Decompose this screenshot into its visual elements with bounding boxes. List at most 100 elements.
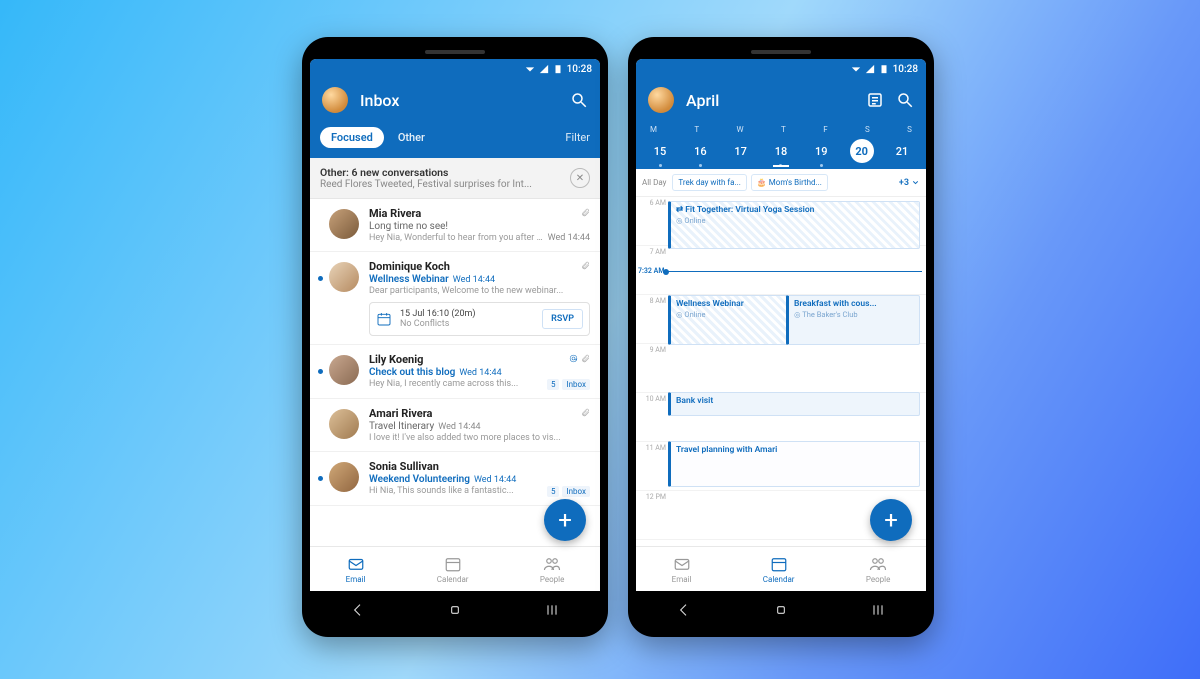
rsvp-button[interactable]: RSVP [542,309,583,329]
subject: Wellness Webinar [369,274,449,285]
email-item[interactable]: Mia Rivera Long time no see! Wed 14:44He… [310,199,600,252]
people-icon [543,555,561,573]
preview: Hey Nia, Wonderful to hear from you afte… [369,233,563,243]
unread-dot [318,369,323,374]
email-item[interactable]: Amari Rivera Travel ItineraryWed 14:44 I… [310,399,600,452]
filter-button[interactable]: Filter [565,131,590,144]
tab-focused[interactable]: Focused [320,127,384,148]
home-key[interactable] [773,602,789,618]
repeat-icon: ⇄ [676,205,685,215]
nav-people[interactable]: People [540,555,564,584]
unread-dot [318,223,323,228]
day-num[interactable]: 15 [648,139,672,163]
attachment-icon [581,261,590,270]
compose-fab[interactable]: + [544,499,586,541]
calendar-icon [444,555,462,573]
nav-label: People [540,575,564,584]
event[interactable]: Bank visit [668,392,920,416]
inbox-header: Inbox [310,79,600,121]
nav-calendar[interactable]: Calendar [763,555,795,584]
battery-icon [553,64,563,74]
recent-key[interactable] [870,602,886,618]
day-letter: M [650,125,657,134]
event[interactable]: Breakfast with cous... ◎ The Baker's Clu… [786,295,920,345]
sender: Sonia Sullivan [369,460,590,473]
nav-label: Email [672,575,692,584]
cake-icon: 🎂 [757,178,767,187]
all-day-event[interactable]: 🎂Mom's Birthd... [751,174,828,191]
email-list[interactable]: Mia Rivera Long time no see! Wed 14:44He… [310,199,600,546]
day-num[interactable]: 18 [769,139,793,163]
day-num[interactable]: 17 [729,139,753,163]
rsvp-time: 15 Jul 16:10 (20m) [400,309,534,319]
subject: Travel Itinerary [369,421,434,432]
sender-avatar [329,355,359,385]
nav-email[interactable]: Email [672,555,692,584]
search-icon[interactable] [896,91,914,109]
day-letter: W [737,125,744,134]
hour-label: 12 PM [636,491,670,539]
other-banner[interactable]: Other: 6 new conversations Reed Flores T… [310,158,600,199]
new-event-fab[interactable]: + [870,499,912,541]
avatar[interactable] [322,87,348,113]
day-num[interactable]: 19 [809,139,833,163]
all-day-event[interactable]: Trek day with fa... [672,174,746,191]
android-softkeys [310,591,600,629]
hour-label: 9 AM [636,344,670,392]
mail-icon [673,555,691,573]
now-indicator [666,271,922,272]
nav-label: People [866,575,890,584]
nav-calendar[interactable]: Calendar [437,555,469,584]
unread-dot [318,276,323,281]
event[interactable]: ⇄ Fit Together: Virtual Yoga Session ◎ O… [668,201,920,249]
email-item[interactable]: Sonia Sullivan Weekend Volunteering Wed 1… [310,452,600,506]
dismiss-button[interactable]: ✕ [570,168,590,188]
event[interactable]: Travel planning with Amari [668,441,920,487]
tag: Inbox [562,486,590,497]
preview: Hi Nia, This sounds like a fantastic... [369,486,514,496]
time-grid[interactable]: 6 AM 7 AM 8 AM 9 AM 10 AM 11 AM 12 PM ⇄ … [636,197,926,546]
banner-preview: Reed Flores Tweeted, Festival surprises … [320,179,564,190]
more-events[interactable]: +3 [899,178,920,188]
phone-inbox: 10:28 Inbox Focused Other Filter Other: … [302,37,608,637]
avatar[interactable] [648,87,674,113]
unread-dot [318,423,323,428]
sender-avatar [329,262,359,292]
timestamp: Wed 14:44 [474,475,516,485]
subject: Weekend Volunteering [369,474,470,485]
day-num[interactable]: 16 [688,139,712,163]
sender: Lily Koenig [369,353,566,366]
now-label: 7:32 AM [636,267,664,275]
status-time: 10:28 [567,64,592,75]
screen-calendar: 10:28 April M T W T F S S 15 16 17 18 [636,59,926,591]
preview: Hey Nia, I recently came across this... [369,379,518,389]
phone-speaker [751,50,811,54]
home-key[interactable] [447,602,463,618]
week-strip: M T W T F S S 15 16 17 18 19 20 21 [636,121,926,169]
search-icon[interactable] [570,91,588,109]
back-key[interactable] [676,602,692,618]
tab-other[interactable]: Other [398,131,425,144]
tag: 5 [547,486,560,497]
wifi-icon [525,64,535,74]
email-item[interactable]: Lily Koenig Check out this blogWed 14:44… [310,345,600,399]
day-num[interactable]: 21 [890,139,914,163]
screen-inbox: 10:28 Inbox Focused Other Filter Other: … [310,59,600,591]
status-time: 10:28 [893,64,918,75]
back-key[interactable] [350,602,366,618]
sender: Mia Rivera [369,207,578,220]
agenda-icon[interactable] [866,91,884,109]
page-title: April [686,91,854,110]
android-status-bar: 10:28 [310,59,600,79]
event[interactable]: Wellness Webinar ◎ Online [668,295,792,345]
day-num-selected[interactable]: 20 [850,139,874,163]
nav-email[interactable]: Email [346,555,366,584]
nav-people[interactable]: People [866,555,890,584]
preview: I love it! I've also added two more plac… [369,433,590,443]
email-item[interactable]: Dominique Koch Wellness WebinarWed 14:44… [310,252,600,345]
rsvp-conflicts: No Conflicts [400,319,534,329]
phone-calendar: 10:28 April M T W T F S S 15 16 17 18 [628,37,934,637]
mention-icon [569,354,578,363]
mail-icon [347,555,365,573]
recent-key[interactable] [544,602,560,618]
